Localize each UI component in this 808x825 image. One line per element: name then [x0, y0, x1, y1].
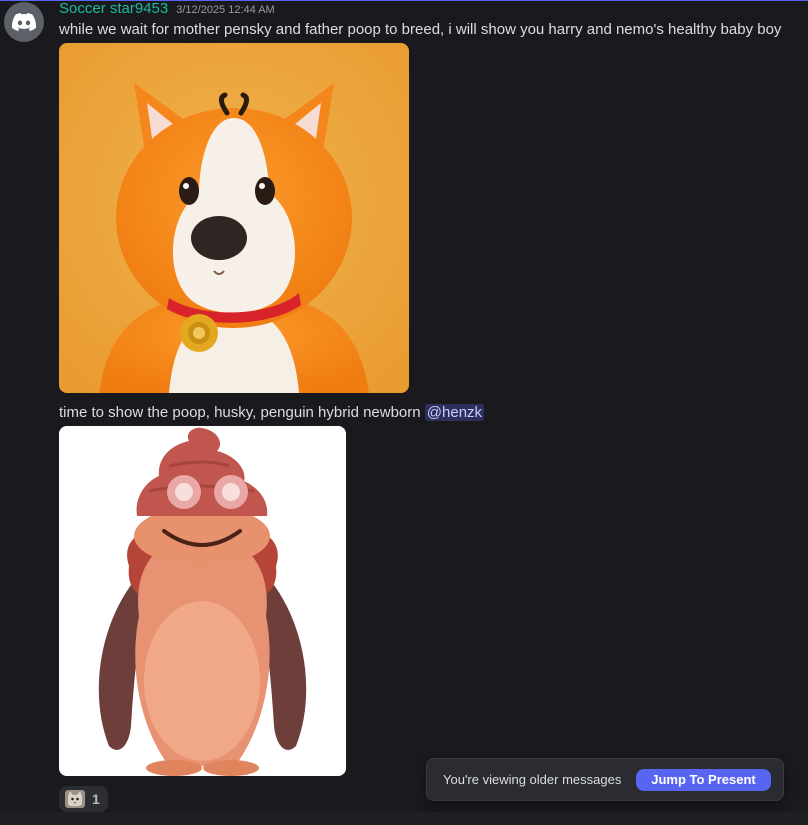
jump-to-present-button[interactable]: Jump To Present [636, 768, 771, 791]
older-messages-label: You're viewing older messages [443, 772, 622, 787]
corgi-dog-image [59, 43, 409, 393]
image-attachment-corgi[interactable] [59, 43, 409, 393]
image-attachment-hybrid[interactable] [59, 426, 346, 776]
cat-emoji-icon [65, 790, 85, 808]
message-header: Soccer star9453 3/12/2025 12:44 AM [59, 0, 275, 18]
username[interactable]: Soccer star9453 [59, 0, 168, 17]
timestamp: 3/12/2025 12:44 AM [176, 4, 275, 16]
message-text-2: time to show the poop, husky, penguin hy… [59, 403, 485, 423]
discord-logo-icon [12, 13, 36, 31]
poop-penguin-hybrid-image [59, 426, 346, 776]
user-mention[interactable]: @henzk [424, 404, 485, 421]
message-text-prefix: time to show the poop, husky, penguin hy… [59, 404, 425, 421]
reaction-count: 1 [92, 791, 100, 807]
reaction-button[interactable]: 1 [59, 786, 108, 812]
older-messages-bar: You're viewing older messages Jump To Pr… [426, 758, 784, 801]
chat-message: Soccer star9453 3/12/2025 12:44 AM while… [0, 0, 808, 812]
user-avatar[interactable] [4, 2, 44, 42]
bottom-divider [0, 812, 808, 825]
message-text: while we wait for mother pensky and fath… [59, 21, 782, 38]
